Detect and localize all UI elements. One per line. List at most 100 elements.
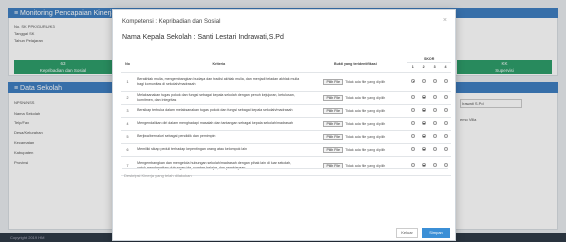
skor-radio-3[interactable] bbox=[432, 134, 437, 138]
skor-radio-1[interactable] bbox=[410, 79, 415, 83]
file-status: Tidak ada file yang dipilih bbox=[345, 108, 386, 113]
file-status: Tidak ada file yang dipilih bbox=[345, 121, 386, 126]
skor-radio-4[interactable] bbox=[443, 108, 448, 112]
skor-cell bbox=[418, 117, 430, 131]
table-row: 2 Melaksanakan tugas pokok dan fungsi seb… bbox=[121, 91, 451, 105]
skor-radio-1[interactable] bbox=[410, 108, 415, 112]
kriteria-table: No Kriteria Bukti yang teridentifikasi S… bbox=[121, 56, 451, 176]
skor-cell bbox=[407, 104, 419, 118]
col-kriteria: Kriteria bbox=[134, 56, 304, 73]
skor-cell bbox=[429, 104, 441, 118]
skor-cell bbox=[429, 143, 441, 157]
choose-file-button[interactable]: Pilih File bbox=[323, 120, 344, 127]
skor-radio-1[interactable] bbox=[410, 163, 415, 167]
skor-radio-4[interactable] bbox=[443, 79, 448, 83]
skor-cell bbox=[407, 117, 419, 131]
skor-radio-3[interactable] bbox=[432, 95, 437, 99]
skor-radio-4[interactable] bbox=[443, 147, 448, 151]
choose-file-button[interactable]: Pilih File bbox=[323, 107, 344, 114]
row-bukti: Pilih File Tidak ada file yang dipilih bbox=[303, 117, 408, 131]
row-no: 2 bbox=[121, 91, 135, 105]
skor-radio-3[interactable] bbox=[432, 121, 437, 125]
skor-radio-4[interactable] bbox=[443, 134, 448, 138]
row-no: 3 bbox=[121, 104, 135, 118]
skor-radio-1[interactable] bbox=[410, 95, 415, 99]
row-bukti: Pilih File Tidak ada file yang dipilih bbox=[303, 130, 408, 144]
table-row: 4 Mengendalikan diri dalam menghadapi mas… bbox=[121, 117, 451, 131]
skor-radio-4[interactable] bbox=[443, 163, 448, 167]
col-skor-4: 4 bbox=[440, 62, 451, 73]
deskripsi-kinerja-textarea[interactable]: Deskripsi Kinerja yang telah dilakukan bbox=[122, 168, 448, 220]
skor-cell bbox=[429, 130, 441, 144]
row-kriteria: Berjiwa/bernaluri sebagai pendidik dan p… bbox=[134, 130, 304, 144]
table-row: 1 Berakhlak mulia, mengembangkan budaya d… bbox=[121, 72, 451, 92]
row-no: 4 bbox=[121, 117, 135, 131]
skor-radio-4[interactable] bbox=[443, 121, 448, 125]
row-bukti: Pilih File Tidak ada file yang dipilih bbox=[303, 104, 408, 118]
skor-cell bbox=[418, 130, 430, 144]
skor-radio-1[interactable] bbox=[410, 147, 415, 151]
skor-radio-1[interactable] bbox=[410, 134, 415, 138]
row-bukti: Pilih File Tidak ada file yang dipilih bbox=[303, 143, 408, 157]
skor-radio-3[interactable] bbox=[432, 147, 437, 151]
skor-radio-2[interactable] bbox=[421, 147, 426, 151]
skor-cell bbox=[440, 143, 451, 157]
table-row: 6 Memiliki sikap peduli terhadap kepentin… bbox=[121, 143, 451, 157]
skor-cell bbox=[407, 91, 419, 105]
row-kriteria: Memiliki sikap peduli terhadap kepenting… bbox=[134, 143, 304, 157]
skor-radio-2[interactable] bbox=[421, 163, 426, 167]
skor-cell bbox=[440, 104, 451, 118]
skor-radio-2[interactable] bbox=[421, 121, 426, 125]
col-skor-3: 3 bbox=[429, 62, 441, 73]
simpan-button[interactable]: Simpan bbox=[422, 228, 450, 238]
skor-cell bbox=[407, 72, 419, 92]
choose-file-button[interactable]: Pilih File bbox=[323, 146, 344, 153]
row-kriteria: Mengendalikan diri dalam menghadapi masa… bbox=[134, 117, 304, 131]
skor-radio-2[interactable] bbox=[421, 108, 426, 112]
modal-subtitle: Nama Kepala Sekolah : Santi Lestari Indr… bbox=[122, 34, 284, 41]
skor-cell bbox=[440, 117, 451, 131]
file-status: Tidak ada file yang dipilih bbox=[345, 134, 386, 139]
choose-file-button[interactable]: Pilih File bbox=[323, 133, 344, 140]
choose-file-button[interactable]: Pilih File bbox=[323, 94, 344, 101]
skor-cell bbox=[440, 72, 451, 92]
keluar-button[interactable]: Keluar bbox=[396, 228, 418, 238]
skor-cell bbox=[429, 117, 441, 131]
skor-cell bbox=[407, 130, 419, 144]
kompetensi-modal: Kompetensi : Kepribadian dan Sosial Nama… bbox=[112, 9, 456, 241]
col-no: No bbox=[121, 56, 135, 73]
file-status: Tidak ada file yang dipilih bbox=[345, 147, 386, 152]
skor-radio-1[interactable] bbox=[410, 121, 415, 125]
file-status: Tidak ada file yang dipilih bbox=[345, 95, 386, 100]
row-bukti: Pilih File Tidak ada file yang dipilih bbox=[303, 72, 408, 92]
skor-radio-3[interactable] bbox=[432, 79, 437, 83]
skor-radio-2[interactable] bbox=[421, 79, 426, 83]
skor-radio-3[interactable] bbox=[432, 108, 437, 112]
row-kriteria: Bersikap terbuka dalam melaksanakan tuga… bbox=[134, 104, 304, 118]
skor-cell bbox=[418, 143, 430, 157]
skor-radio-4[interactable] bbox=[443, 95, 448, 99]
close-icon[interactable]: × bbox=[443, 17, 447, 24]
skor-cell bbox=[429, 72, 441, 92]
modal-title: Kompetensi : Kepribadian dan Sosial bbox=[122, 19, 221, 25]
row-kriteria: Melaksanakan tugas pokok dan fungsi seba… bbox=[134, 91, 304, 105]
row-no: 5 bbox=[121, 130, 135, 144]
choose-file-button[interactable]: Pilih File bbox=[323, 78, 344, 85]
skor-cell bbox=[407, 143, 419, 157]
skor-cell bbox=[418, 91, 430, 105]
row-bukti: Pilih File Tidak ada file yang dipilih bbox=[303, 91, 408, 105]
file-status: Tidak ada file yang dipilih bbox=[345, 163, 386, 168]
skor-cell bbox=[418, 104, 430, 118]
row-no: 6 bbox=[121, 143, 135, 157]
skor-cell bbox=[418, 72, 430, 92]
skor-radio-2[interactable] bbox=[421, 95, 426, 99]
skor-cell bbox=[440, 91, 451, 105]
skor-cell bbox=[440, 130, 451, 144]
skor-radio-3[interactable] bbox=[432, 163, 437, 167]
skor-radio-2[interactable] bbox=[421, 134, 426, 138]
col-bukti: Bukti yang teridentifikasi bbox=[303, 56, 408, 73]
col-skor-2: 2 bbox=[418, 62, 430, 73]
table-row: 5 Berjiwa/bernaluri sebagai pendidik dan … bbox=[121, 130, 451, 144]
row-no: 1 bbox=[121, 72, 135, 92]
file-status: Tidak ada file yang dipilih bbox=[345, 79, 386, 84]
